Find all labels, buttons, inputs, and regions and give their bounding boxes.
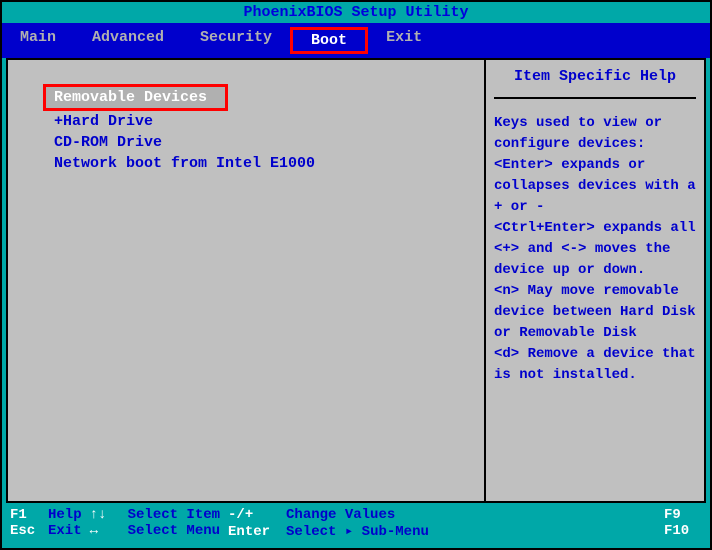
key-esc: Esc (10, 523, 40, 539)
menu-advanced[interactable]: Advanced (74, 27, 182, 54)
label-change-values: Change Values (286, 507, 395, 523)
menu-boot[interactable]: Boot (290, 27, 368, 54)
main-content: Removable Devices +Hard Drive CD-ROM Dri… (6, 58, 706, 503)
boot-item-removable[interactable]: Removable Devices (43, 84, 228, 111)
menu-main[interactable]: Main (2, 27, 74, 54)
key-plusminus: -/+ (228, 507, 278, 523)
label-exit: Exit (48, 523, 82, 539)
menu-security[interactable]: Security (182, 27, 290, 54)
label-select-menu: Select Menu (128, 523, 220, 539)
expand-indicator: + (54, 113, 63, 130)
help-title: Item Specific Help (494, 68, 696, 99)
label-help: Help (48, 507, 82, 523)
key-enter: Enter (228, 524, 278, 540)
app-title: PhoenixBIOS Setup Utility (243, 4, 468, 21)
key-f1: F1 (10, 507, 40, 523)
label-select-item: Select Item (128, 507, 220, 523)
help-text: Keys used to view or configure devices: … (494, 113, 696, 386)
footer-keys: F1 Help Esc Exit ↑↓ Select Item ↔ Select… (2, 503, 710, 544)
help-panel: Item Specific Help Keys used to view or … (486, 58, 706, 503)
key-updown: ↑↓ (90, 507, 120, 523)
boot-device-panel: Removable Devices +Hard Drive CD-ROM Dri… (6, 58, 486, 503)
key-f9: F9 (664, 507, 694, 523)
menu-bar: Main Advanced Security Boot Exit (2, 23, 710, 58)
boot-item-network[interactable]: Network boot from Intel E1000 (46, 153, 476, 174)
boot-item-hard-drive[interactable]: +Hard Drive (46, 111, 476, 132)
label-submenu: Select ▸ Sub-Menu (286, 523, 429, 540)
boot-item-cdrom[interactable]: CD-ROM Drive (46, 132, 476, 153)
title-bar: PhoenixBIOS Setup Utility (2, 2, 710, 23)
bios-setup-window: PhoenixBIOS Setup Utility Main Advanced … (0, 0, 712, 550)
menu-exit[interactable]: Exit (368, 27, 440, 54)
key-f10: F10 (664, 523, 694, 539)
key-leftright: ↔ (90, 523, 120, 539)
